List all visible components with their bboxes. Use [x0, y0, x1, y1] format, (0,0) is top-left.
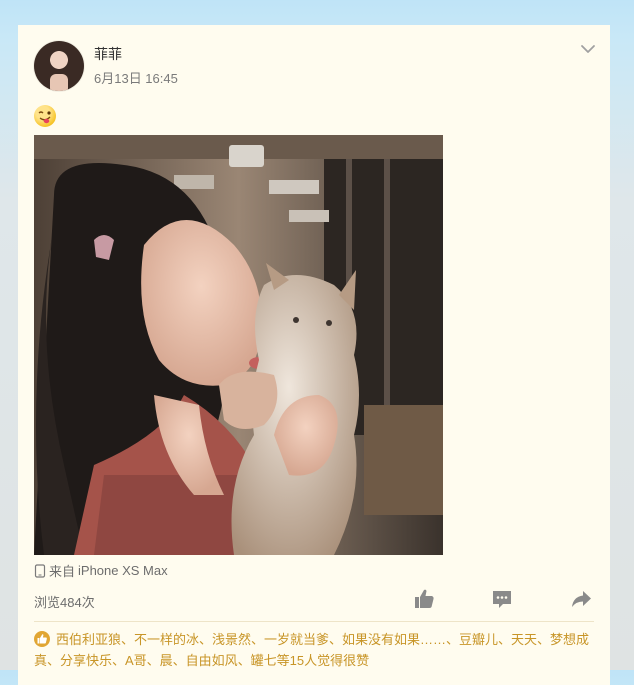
post-source: 来自 iPhone XS Max	[34, 561, 168, 580]
likes-text[interactable]: 西伯利亚狼、不一样的冰、浅景然、一岁就当爹、如果没有如果……、豆瓣儿、天天、梦想…	[34, 632, 589, 668]
tongue-wink-emoji-icon	[34, 105, 56, 127]
share-arrow-icon[interactable]	[570, 588, 592, 610]
view-count: 浏览484次	[34, 595, 95, 610]
comment-icon[interactable]	[491, 588, 513, 610]
like-badge-icon	[34, 631, 50, 647]
post-photo[interactable]	[34, 135, 443, 555]
likes-summary: 西伯利亚狼、不一样的冰、浅景然、一岁就当爹、如果没有如果……、豆瓣儿、天天、梦想…	[34, 629, 594, 671]
avatar[interactable]	[34, 41, 84, 91]
feed-post-card: 菲菲 6月13日 16:45 来自 iPhone XS Max 浏览484次 西…	[18, 25, 610, 685]
phone-icon	[34, 563, 46, 578]
author-name[interactable]: 菲菲	[94, 44, 122, 64]
thumbs-up-icon[interactable]	[413, 588, 435, 610]
chevron-down-icon[interactable]	[580, 41, 596, 57]
source-prefix: 来自	[49, 564, 76, 579]
avatar-figure	[50, 74, 68, 91]
post-time: 6月13日 16:45	[94, 71, 178, 86]
source-device: iPhone XS Max	[78, 563, 168, 578]
divider	[34, 621, 594, 622]
